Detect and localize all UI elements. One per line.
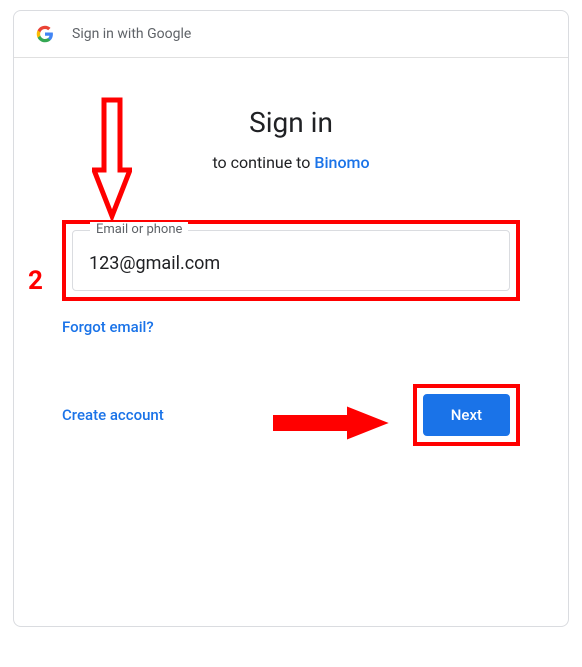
- next-button[interactable]: Next: [423, 394, 510, 436]
- next-button-highlight: Next: [413, 384, 520, 446]
- app-name-link[interactable]: Binomo: [314, 153, 369, 172]
- header-title: Sign in with Google: [72, 26, 191, 42]
- sign-in-card: Sign in with Google Sign in to continue …: [13, 10, 569, 627]
- create-account-link[interactable]: Create account: [62, 406, 164, 424]
- spacer: [62, 446, 520, 586]
- bottom-row: Create account Next: [62, 384, 520, 446]
- continue-text: to continue to Binomo: [62, 153, 520, 172]
- page-title: Sign in: [62, 106, 520, 139]
- google-logo-icon: [36, 25, 54, 43]
- forgot-email-link[interactable]: Forgot email?: [62, 318, 154, 336]
- email-input-wrapper: Email or phone: [62, 220, 520, 301]
- continue-prefix: to continue to: [212, 153, 314, 172]
- header-bar: Sign in with Google: [14, 11, 568, 58]
- content-area: Sign in to continue to Binomo Email or p…: [14, 58, 568, 626]
- email-label: Email or phone: [90, 222, 188, 237]
- email-input[interactable]: [72, 230, 510, 291]
